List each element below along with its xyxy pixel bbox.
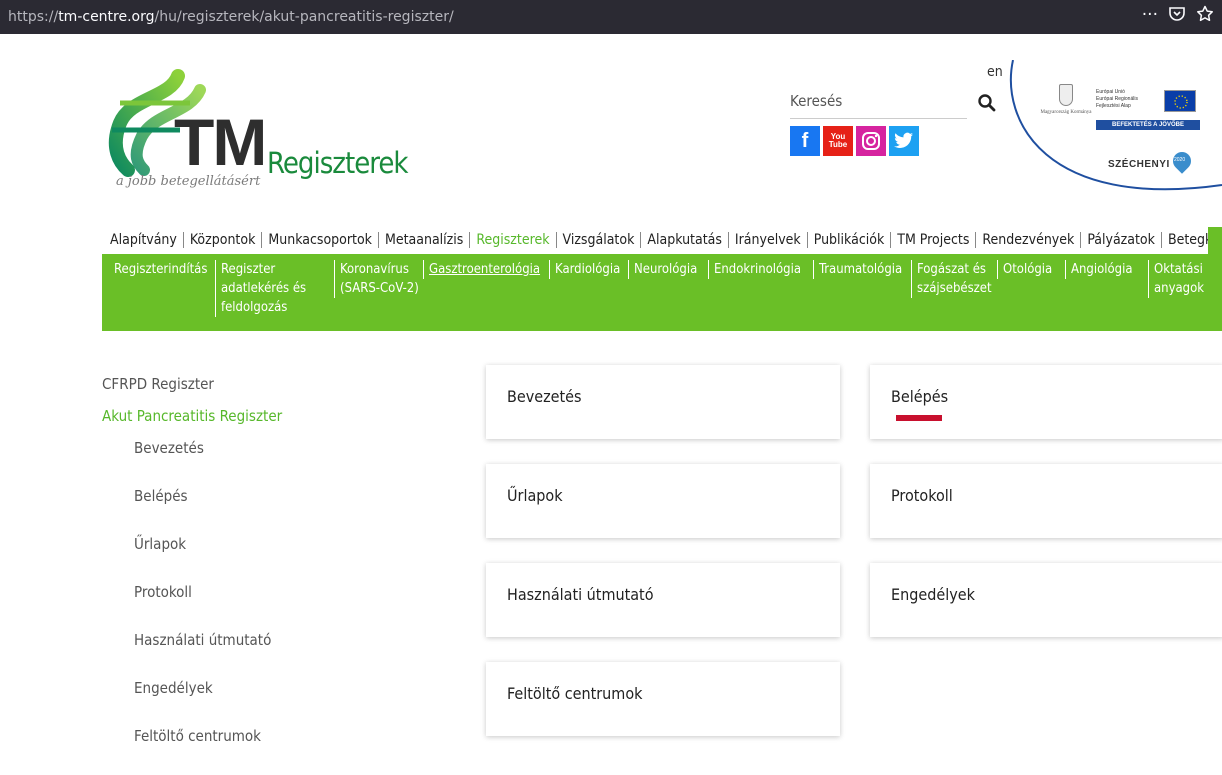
eu-fund-text: Európai Unió Európai Regionális Fejleszt… [1096,89,1138,109]
sidebar-item-cfrpd[interactable]: CFRPD Regiszter [102,375,282,407]
nav-item-metaanalizis[interactable]: Metaanalízis [379,232,469,248]
sidebar-item-akut-pancreatitis[interactable]: Akut Pancreatitis Regiszter [102,407,282,439]
hungary-government-logo: Magyarország Kormánya [1040,84,1092,115]
logo-tm: TM [174,105,267,179]
facebook-icon[interactable]: f [790,126,820,156]
browser-toolbar: https://tm-centre.org/hu/regiszterek/aku… [0,0,1222,34]
subnav-item-oktatasi-anyagok[interactable]: Oktatási anyagok [1148,260,1212,298]
nav-item-alapkutatas[interactable]: Alapkutatás [641,232,728,248]
nav-item-tm-projects[interactable]: TM Projects [891,232,975,248]
subnav-item-kardiologia[interactable]: Kardiológia [549,260,626,279]
sidebar-item-engedelyek[interactable]: Engedélyek [102,679,282,727]
page-actions-menu-icon[interactable]: ··· [1142,5,1158,25]
subnav-item-angiologia[interactable]: Angiológia [1065,260,1144,279]
sidebar-item-bevezetes[interactable]: Bevezetés [102,439,282,487]
search-underline [790,118,967,119]
nav-item-kozpontok[interactable]: Központok [184,232,262,248]
search-input[interactable]: Keresés [790,92,842,110]
sidebar-item-protokoll[interactable]: Protokoll [102,583,282,631]
sidebar-item-belepes[interactable]: Belépés [102,487,282,535]
card-belepes[interactable]: Belépés [870,365,1222,439]
card-title: Űrlapok [507,486,563,505]
subnav-item-traumatologia[interactable]: Traumatológia [813,260,909,279]
twitter-icon[interactable] [889,126,919,156]
card-hasznalati-utmutato[interactable]: Használati útmutató [486,563,840,637]
sidebar-item-feltolto-centrumok[interactable]: Feltöltő centrumok [102,727,282,775]
card-title: Engedélyek [891,585,975,604]
nav-item-alapitvany[interactable]: Alapítvány [110,232,183,248]
szechenyi-label: SZÉCHENYI [1108,159,1170,170]
url-host: tm-centre.org [58,9,155,25]
logo-regiszterek: Regiszterek [267,146,409,180]
nav-item-vizsgalatok[interactable]: Vizsgálatok [557,232,641,248]
subnav-item-neurologia[interactable]: Neurológia [628,260,706,279]
url-prefix: https:// [8,9,59,25]
nav-active-indicator [1208,227,1222,254]
eu-flag-icon [1164,90,1196,112]
card-title: Használati útmutató [507,585,654,604]
card-bevezetes[interactable]: Bevezetés [486,365,840,439]
address-bar[interactable]: https://tm-centre.org/hu/regiszterek/aku… [0,9,454,25]
sub-nav: Regiszterindítás Regiszter adatlekérés é… [102,254,1222,331]
nav-item-regiszterek[interactable]: Regiszterek [470,232,555,248]
social-links: f You Tube [790,126,919,156]
language-switch[interactable]: en [987,64,1003,80]
subnav-item-fogaszat[interactable]: Fogászat és szájsebészet [911,260,995,298]
site-logo[interactable]: TM Regiszterek a jobb betegellátásért [100,68,420,208]
subnav-item-adatlekeres[interactable]: Regiszter adatlekérés és feldolgozás [215,260,321,317]
main-nav: Alapítvány Központok Munkacsoportok Meta… [110,232,1222,248]
card-title: Protokoll [891,486,953,505]
sidebar: CFRPD Regiszter Akut Pancreatitis Regisz… [102,375,282,775]
eu-funding-badge: Magyarország Kormánya Európai Unió Európ… [1040,84,1210,194]
sidebar-item-urlapok[interactable]: Űrlapok [102,535,282,583]
invest-banner: BEFEKTETÉS A JÖVŐBE [1096,120,1200,130]
subnav-item-otologia[interactable]: Otológia [997,260,1063,279]
card-protokoll[interactable]: Protokoll [870,464,1222,538]
subnav-item-endokrinologia[interactable]: Endokrinológia [708,260,811,279]
nav-item-rendezvenyek[interactable]: Rendezvények [976,232,1080,248]
card-title: Belépés [891,387,949,406]
subnav-item-regiszterinditas[interactable]: Regiszterindítás [109,260,216,279]
card-title: Feltöltő centrumok [507,684,643,703]
coat-of-arms-icon [1059,84,1073,106]
subnav-item-koronavirus[interactable]: Koronavírus (SARS-CoV-2) [334,260,420,298]
url-path: /hu/regiszterek/akut-pancreatitis-regisz… [154,9,454,25]
nav-item-munkacsoportok[interactable]: Munkacsoportok [262,232,378,248]
nav-item-publikaciok[interactable]: Publikációk [808,232,891,248]
pocket-icon[interactable] [1168,5,1186,23]
instagram-icon[interactable] [856,126,886,156]
search-icon[interactable] [977,93,997,113]
logo-tagline: a jobb betegellátásért [116,174,261,189]
card-engedelyek[interactable]: Engedélyek [870,563,1222,637]
nav-item-iranyelvek[interactable]: Irányelvek [729,232,807,248]
szechenyi-year: 2020 [1174,157,1186,163]
bookmark-star-icon[interactable] [1196,5,1214,23]
card-urlapok[interactable]: Űrlapok [486,464,840,538]
sidebar-item-hasznalati-utmutato[interactable]: Használati útmutató [102,631,282,679]
card-highlight-bar [896,415,942,421]
card-feltolto-centrumok[interactable]: Feltöltő centrumok [486,662,840,736]
nav-item-palyazatok[interactable]: Pályázatok [1081,232,1161,248]
card-title: Bevezetés [507,387,582,406]
youtube-icon[interactable]: You Tube [823,126,853,156]
subnav-item-gasztroenterologia[interactable]: Gasztroenterológia [423,260,547,279]
